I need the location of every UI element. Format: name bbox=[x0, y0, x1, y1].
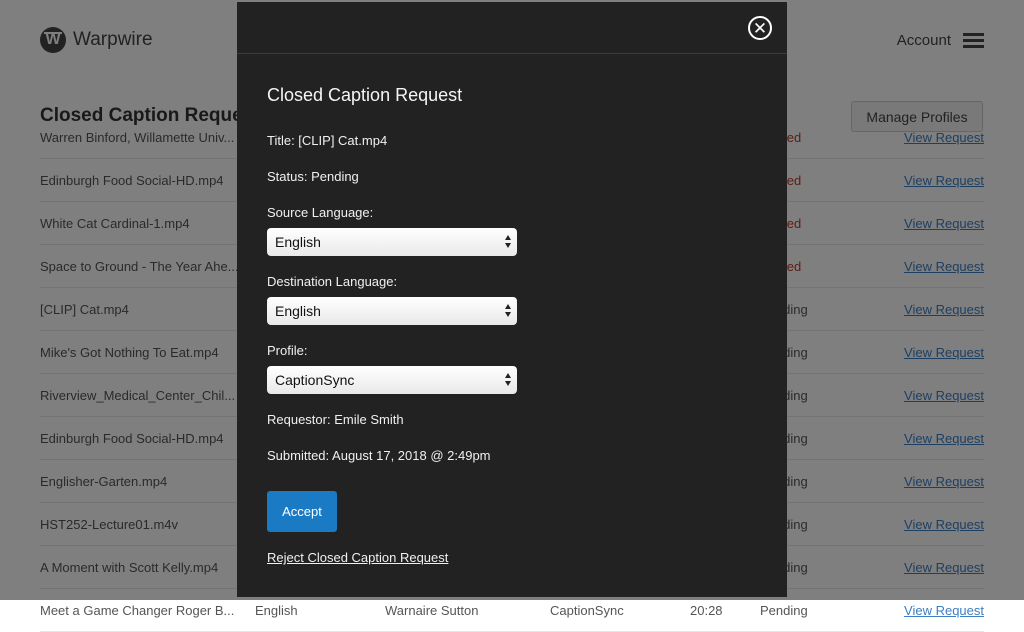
row-filename: Meet a Game Changer Roger B... bbox=[40, 603, 235, 618]
closed-caption-request-modal: ✕ Closed Caption Request Title: [CLIP] C… bbox=[237, 2, 787, 597]
profile-select[interactable]: CaptionSync bbox=[267, 366, 517, 394]
row-status: Pending bbox=[760, 603, 808, 618]
modal-header: ✕ bbox=[237, 2, 787, 54]
reject-request-link[interactable]: Reject Closed Caption Request bbox=[267, 550, 448, 565]
status-line: Status: Pending bbox=[267, 169, 359, 184]
row-requestor: Warnaire Sutton bbox=[385, 603, 479, 618]
modal-title: Closed Caption Request bbox=[267, 85, 463, 105]
select-arrows-icon bbox=[505, 303, 512, 319]
view-request-link[interactable]: View Request bbox=[904, 603, 984, 618]
requestor-line: Requestor: Emile Smith bbox=[267, 412, 404, 427]
destination-language-select[interactable]: English bbox=[267, 297, 517, 325]
select-arrows-icon bbox=[505, 234, 512, 250]
destination-language-value: English bbox=[275, 303, 321, 319]
accept-button[interactable]: Accept bbox=[267, 491, 337, 532]
profile-value: CaptionSync bbox=[275, 372, 355, 388]
row-profile: CaptionSync bbox=[550, 603, 624, 618]
submitted-line: Submitted: August 17, 2018 @ 2:49pm bbox=[267, 448, 491, 463]
select-arrows-icon bbox=[505, 372, 512, 388]
row-source-language: English bbox=[255, 603, 298, 618]
source-language-value: English bbox=[275, 234, 321, 250]
close-circle-icon[interactable]: ✕ bbox=[748, 16, 772, 40]
source-language-select[interactable]: English bbox=[267, 228, 517, 256]
row-duration: 20:28 bbox=[690, 603, 723, 618]
destination-language-label: Destination Language: bbox=[267, 274, 398, 289]
title-line: Title: [CLIP] Cat.mp4 bbox=[267, 133, 388, 148]
source-language-label: Source Language: bbox=[267, 205, 374, 220]
profile-label: Profile: bbox=[267, 343, 308, 358]
